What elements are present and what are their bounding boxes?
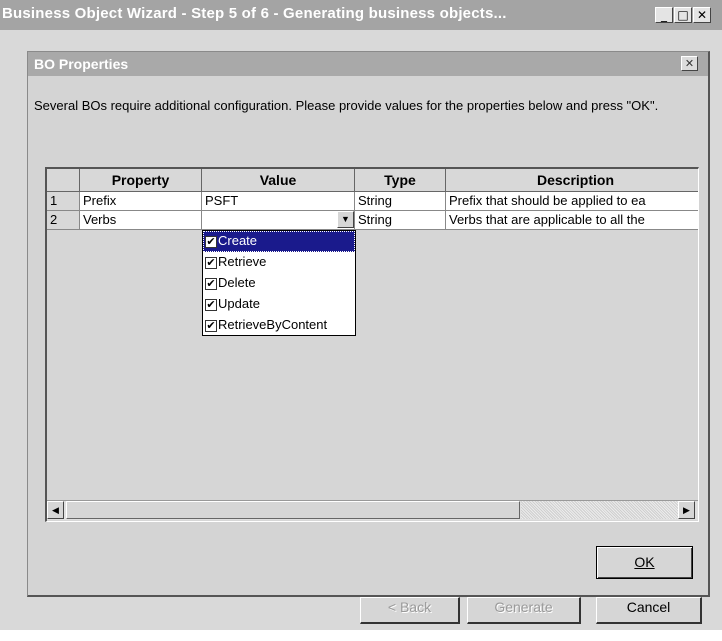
verb-option-retrievebycontent[interactable]: ✔ RetrieveByContent	[203, 315, 355, 336]
ok-button-label: OK	[634, 554, 655, 570]
scrollbar-thumb[interactable]	[66, 501, 520, 519]
checkbox-checked-icon[interactable]: ✔	[205, 277, 217, 290]
checkbox-checked-icon[interactable]: ✔	[205, 298, 217, 311]
back-button[interactable]: < Back	[360, 597, 460, 624]
chevron-down-icon[interactable]: ▼	[337, 211, 354, 228]
verbs-dropdown-list: ✔ Create ✔ Retrieve ✔ Delete ✔ Update ✔ Retri…	[202, 230, 356, 336]
row-2-description[interactable]: Verbs that are applicable to all the	[446, 211, 698, 230]
row-2-number: 2	[47, 211, 80, 230]
verb-option-label: RetrieveByContent	[218, 317, 328, 332]
wizard-window: Business Object Wizard - Step 5 of 6 - G…	[0, 0, 722, 630]
header-property[interactable]: Property	[80, 169, 202, 192]
checkbox-checked-icon[interactable]: ✔	[205, 235, 217, 248]
scrollbar-track[interactable]	[521, 501, 678, 519]
row-1-type[interactable]: String	[355, 192, 446, 211]
bo-properties-dialog: BO Properties ✕ Several BOs require addi…	[27, 51, 710, 597]
row-2-type[interactable]: String	[355, 211, 446, 230]
checkbox-checked-icon[interactable]: ✔	[205, 256, 217, 269]
header-row-number	[47, 169, 80, 192]
row-1-number: 1	[47, 192, 80, 211]
header-type[interactable]: Type	[355, 169, 446, 192]
header-value[interactable]: Value	[202, 169, 355, 192]
verb-option-label: Delete	[218, 275, 256, 290]
verbs-combobox[interactable]: ▼	[202, 211, 355, 230]
row-1-property[interactable]: Prefix	[80, 192, 202, 211]
maximize-icon[interactable]: □	[674, 7, 692, 23]
verb-option-create[interactable]: ✔ Create	[203, 231, 355, 252]
instructions-text: Several BOs require additional configura…	[34, 98, 659, 113]
verb-option-retrieve[interactable]: ✔ Retrieve	[203, 252, 355, 273]
verb-option-label: Create	[218, 233, 258, 248]
row-1-description[interactable]: Prefix that should be applied to ea	[446, 192, 698, 211]
verb-option-label: Retrieve	[218, 254, 267, 269]
verb-option-delete[interactable]: ✔ Delete	[203, 273, 355, 294]
checkbox-checked-icon[interactable]: ✔	[205, 319, 217, 332]
row-1-value[interactable]: PSFT	[202, 192, 355, 211]
close-icon[interactable]: ✕	[693, 7, 711, 23]
ok-button[interactable]: OK	[596, 546, 693, 579]
header-description[interactable]: Description	[446, 169, 698, 192]
cancel-button[interactable]: Cancel	[596, 597, 702, 624]
wizard-title: Business Object Wizard - Step 5 of 6 - G…	[2, 5, 507, 22]
wizard-title-bar: Business Object Wizard - Step 5 of 6 - G…	[0, 0, 722, 30]
generate-button[interactable]: Generate	[467, 597, 581, 624]
scroll-right-icon[interactable]: ▶	[678, 501, 695, 519]
minimize-icon[interactable]: _	[655, 7, 673, 23]
dialog-title-bar: BO Properties ✕	[28, 52, 708, 76]
verb-option-update[interactable]: ✔ Update	[203, 294, 355, 315]
properties-grid: Property Value Type Description 1 Prefix…	[45, 167, 699, 522]
dialog-close-icon[interactable]: ✕	[681, 56, 698, 71]
scroll-left-icon[interactable]: ◀	[47, 501, 64, 519]
row-2-property[interactable]: Verbs	[80, 211, 202, 230]
dialog-title: BO Properties	[34, 56, 129, 72]
horizontal-scrollbar[interactable]: ◀ ▶	[47, 500, 698, 520]
verb-option-label: Update	[218, 296, 260, 311]
